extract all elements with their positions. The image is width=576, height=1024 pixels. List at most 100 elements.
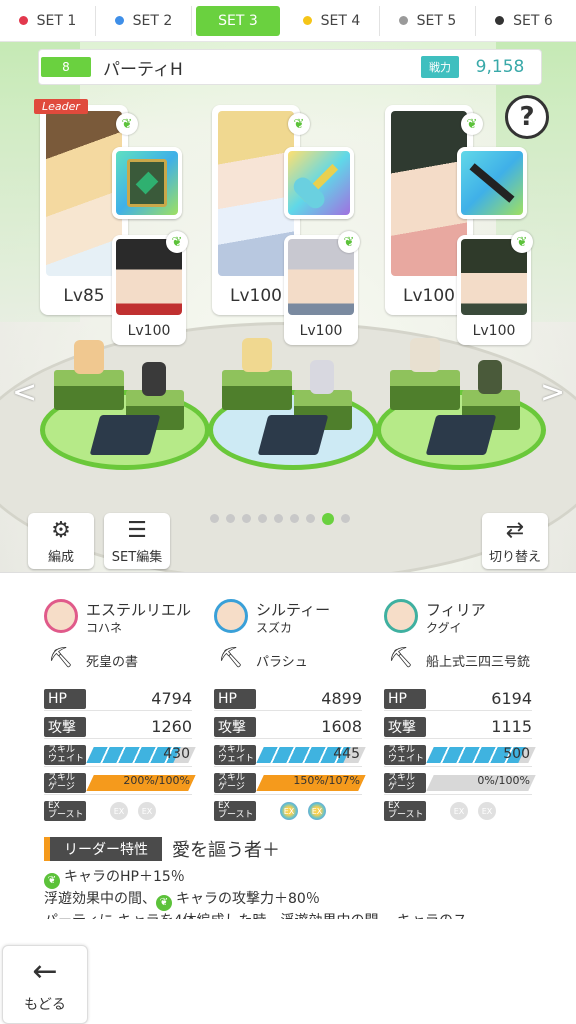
tab-set-5[interactable]: SET 5 bbox=[380, 5, 476, 36]
leader-skill-line-3: パーティに キャラを4体編成した時、浮遊効果中の間、 キャラのス bbox=[44, 910, 467, 919]
book-icon bbox=[127, 159, 167, 207]
leader-skill-tag: リーダー特性 bbox=[44, 837, 162, 861]
page-dot bbox=[258, 514, 267, 523]
list-icon: ☰ bbox=[127, 518, 147, 543]
ex-icon: EX bbox=[308, 802, 326, 820]
stat-hp: HP 6194 bbox=[384, 687, 532, 711]
leader-skill-line-2: 浮遊効果中の間、 ❦ キャラの攻撃力＋80％ bbox=[44, 888, 320, 911]
ex-icon: EX bbox=[138, 802, 156, 820]
chibi-sprite bbox=[74, 340, 104, 374]
screen: { "tabs":[ {"label":"SET 1","color":"#e2… bbox=[0, 0, 576, 1024]
page-dot bbox=[290, 514, 299, 523]
party-bar: 8 パーティH 戦力 9,158 bbox=[38, 49, 542, 85]
stat-hp: HP 4794 bbox=[44, 687, 192, 711]
ex-icon: EX bbox=[478, 802, 496, 820]
red-dot-icon bbox=[18, 16, 28, 25]
party-name[interactable]: パーティH bbox=[103, 55, 421, 80]
sub-character-level: Lv100 bbox=[472, 323, 516, 339]
prev-arrow-icon[interactable]: < bbox=[12, 375, 37, 410]
stat-skill-gauge: スキル ゲージ 200%/100% bbox=[44, 771, 196, 795]
tab-set-6[interactable]: SET 6 bbox=[476, 6, 572, 36]
stat-skill-wait: スキル ウェイト 445 bbox=[214, 743, 366, 767]
axe-icon bbox=[290, 163, 339, 212]
sub-character-name: クグイ bbox=[426, 621, 462, 635]
stat-skill-gauge: スキル ゲージ 150%/107% bbox=[214, 771, 366, 795]
stat-hp: HP 4899 bbox=[214, 687, 362, 711]
leaf-element-icon: ❦ bbox=[156, 895, 172, 911]
chibi-sprite bbox=[310, 360, 334, 394]
sub-character-name: コハネ bbox=[86, 621, 123, 635]
page-dot bbox=[242, 514, 251, 523]
page-dot bbox=[210, 514, 219, 523]
slot-2: Lv100 ❦ ❦ Lv100 bbox=[212, 105, 360, 345]
page-dot bbox=[341, 514, 350, 523]
page-dot bbox=[322, 513, 334, 525]
edit-button[interactable]: ⚙ 編成 bbox=[28, 513, 94, 569]
slot-1: Lv85 Leader ❦ ❦ Lv100 bbox=[34, 99, 188, 345]
sub-character-level: Lv100 bbox=[127, 323, 171, 339]
character-portrait bbox=[46, 111, 122, 276]
leaf-element-icon: ❦ bbox=[461, 113, 483, 135]
weapon-sprite bbox=[257, 415, 329, 455]
weapon-icon: ⛏ bbox=[388, 645, 414, 669]
leader-skill-title: リーダー特性 愛を謳う者＋ bbox=[44, 836, 280, 862]
weapon-name: パラシュ bbox=[256, 655, 308, 670]
pedestal-block bbox=[390, 370, 460, 410]
next-arrow-icon[interactable]: > bbox=[540, 375, 565, 410]
leader-skill-name: 愛を謳う者＋ bbox=[172, 840, 280, 861]
stat-skill-wait: スキル ウェイト 430 bbox=[44, 743, 196, 767]
pedestal-3[interactable] bbox=[376, 338, 551, 470]
pedestal-1[interactable] bbox=[40, 340, 215, 470]
pedestal-block bbox=[54, 370, 124, 410]
leaf-element-icon: ❦ bbox=[511, 231, 533, 253]
tab-set-3[interactable]: SET 3 bbox=[196, 5, 280, 36]
weapon-slot[interactable] bbox=[284, 147, 354, 219]
help-button[interactable]: ? bbox=[505, 95, 549, 139]
black-dot-icon bbox=[495, 16, 505, 25]
character-name: エステルリエル bbox=[86, 601, 192, 619]
page-dot bbox=[306, 514, 315, 523]
person-gear-icon: ⚙ bbox=[51, 518, 71, 543]
swap-icon: ⇄ bbox=[505, 518, 525, 543]
weapon-slot[interactable] bbox=[457, 147, 527, 219]
stat-ex-boost: EX ブースト EX EX bbox=[384, 799, 532, 823]
ex-icon: EX bbox=[280, 802, 298, 820]
back-button[interactable]: ← もどる bbox=[2, 945, 88, 1024]
skill-gauge-bar bbox=[426, 775, 434, 791]
blue-dot-icon bbox=[114, 16, 124, 25]
avatar[interactable] bbox=[384, 599, 418, 633]
power-label: 戦力 bbox=[421, 56, 459, 78]
set-edit-button[interactable]: ☰ SET編集 bbox=[104, 513, 170, 569]
avatar[interactable] bbox=[214, 599, 248, 633]
stat-attack: 攻撃 1260 bbox=[44, 715, 192, 739]
stat-attack: 攻撃 1115 bbox=[384, 715, 532, 739]
stat-skill-wait: スキル ウェイト 500 bbox=[384, 743, 536, 767]
chibi-sprite bbox=[410, 338, 440, 372]
pedestal-2[interactable] bbox=[208, 338, 383, 470]
pedestal-block bbox=[222, 370, 292, 410]
leaf-element-icon: ❦ bbox=[44, 873, 60, 889]
leaf-element-icon: ❦ bbox=[338, 231, 360, 253]
leaf-element-icon: ❦ bbox=[166, 231, 188, 253]
page-dot bbox=[274, 514, 283, 523]
gray-dot-icon bbox=[398, 16, 408, 25]
weapon-slot[interactable] bbox=[112, 147, 182, 219]
party-number: 8 bbox=[41, 57, 91, 77]
chibi-sprite bbox=[142, 362, 166, 396]
tab-set-4[interactable]: SET 4 bbox=[284, 5, 380, 36]
character-portrait bbox=[218, 111, 294, 276]
avatar[interactable] bbox=[44, 599, 78, 633]
leaf-element-icon: ❦ bbox=[288, 113, 310, 135]
set-tabs: SET 1 SET 2 SET 3 SET 4 SET 5 SET 6 bbox=[0, 0, 576, 42]
switch-button[interactable]: ⇄ 切り替え bbox=[482, 513, 548, 569]
tab-set-1[interactable]: SET 1 bbox=[0, 5, 96, 36]
weapon-name: 死皇の書 bbox=[86, 655, 139, 670]
tab-set-2[interactable]: SET 2 bbox=[96, 5, 192, 36]
character-portrait bbox=[391, 111, 467, 276]
yellow-dot-icon bbox=[302, 16, 312, 25]
weapon-sprite bbox=[89, 415, 161, 455]
page-indicator bbox=[210, 513, 350, 525]
stat-attack: 攻撃 1608 bbox=[214, 715, 362, 739]
ex-icon: EX bbox=[450, 802, 468, 820]
power-value: 9,158 bbox=[475, 57, 525, 77]
